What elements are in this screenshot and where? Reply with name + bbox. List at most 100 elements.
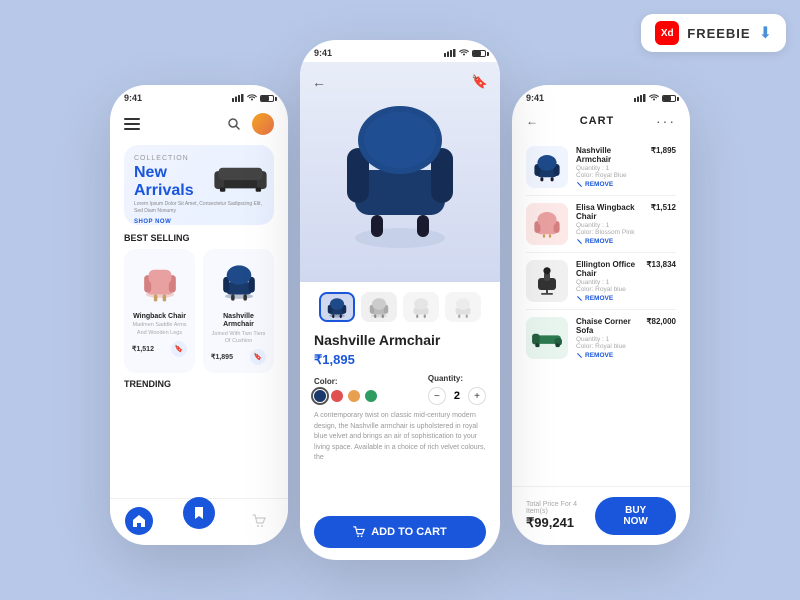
cart-item-qty-3: Quantity : 1	[576, 336, 638, 343]
total-label: Total Price For 4 Item(s)	[526, 501, 595, 515]
cart-info-2: Ellington Office Chair Quantity : 1 Colo…	[576, 260, 638, 302]
thumb-1[interactable]	[319, 292, 355, 322]
color-blue[interactable]	[314, 390, 326, 402]
cart-item-color-3: Color: Royal blue	[576, 343, 638, 350]
qty-decrease[interactable]: −	[428, 387, 446, 405]
cart-remove-0[interactable]: REMOVE	[576, 181, 643, 188]
download-icon[interactable]: ⬇	[759, 23, 772, 43]
qty-increase[interactable]: +	[468, 387, 486, 405]
product-price-nashville: ₹1,895	[211, 353, 233, 361]
product-desc-wingback: Madmen Saddle Arms And Wooden Legs	[132, 322, 187, 336]
bookmark-nashville[interactable]: 🔖	[250, 349, 266, 365]
product-hero-area: ← 🔖	[300, 62, 500, 282]
freebie-badge[interactable]: Xd FREEBIE ⬇	[641, 14, 786, 52]
cart-item-price-1: ₹1,512	[651, 203, 676, 212]
cart-header: ← CART ···	[512, 107, 690, 135]
sofa-illustration	[213, 153, 268, 203]
xd-icon: Xd	[655, 21, 679, 45]
cart-item-price-2: ₹13,834	[646, 260, 676, 269]
qty-control: − 2 +	[428, 387, 486, 405]
best-selling-title: BEST SELLING	[124, 233, 274, 243]
product-price-wingback: ₹1,512	[132, 345, 154, 353]
product-detail: Nashville Armchair ₹1,895 Color: Quantit…	[300, 282, 500, 474]
cart-item-color-2: Color: Royal blue	[576, 286, 638, 293]
product-description: A contemporary twist on classic mid-cent…	[314, 411, 486, 464]
scene: Xd FREEBIE ⬇ 9:41	[0, 0, 800, 600]
cart-remove-1[interactable]: REMOVE	[576, 238, 643, 245]
color-green[interactable]	[365, 390, 377, 402]
phone-middle: 9:41 ← 🔖	[300, 40, 500, 560]
search-button[interactable]	[224, 114, 244, 134]
phone-right: 9:41 ← CART ··· Nashville Armchair Quan	[512, 85, 690, 545]
product-img-nashville	[211, 257, 266, 309]
cart-item-name-3: Chaise Corner Sofa	[576, 317, 638, 335]
nav-icons-left	[224, 113, 274, 135]
thumb-row	[314, 292, 486, 322]
cart-item-qty-2: Quantity : 1	[576, 279, 638, 286]
bookmark-wingback[interactable]: 🔖	[171, 341, 187, 357]
product-desc-nashville: Joined With Two Tiers Of Cushion	[211, 331, 266, 345]
qty-section: Quantity: − 2 +	[428, 374, 486, 405]
cart-img-1	[526, 203, 568, 245]
product-main-image	[335, 90, 465, 255]
trending-title: TRENDING	[124, 379, 274, 389]
product-card-nashville[interactable]: Nashville Armchair Joined With Two Tiers…	[203, 249, 274, 373]
nav-bookmark[interactable]	[183, 497, 215, 529]
cart-item-price-0: ₹1,895	[651, 146, 676, 155]
cart-icon	[353, 526, 365, 538]
freebie-text: FREEBIE	[687, 26, 750, 41]
battery-right	[662, 95, 676, 102]
total-amount: ₹99,241	[526, 515, 595, 531]
color-dots	[314, 390, 377, 402]
cart-menu[interactable]: ···	[656, 113, 676, 129]
cart-item-color-1: Color: Blossom Pink	[576, 229, 643, 236]
cart-remove-3[interactable]: REMOVE	[576, 352, 638, 359]
cart-back-button[interactable]: ←	[526, 114, 538, 128]
color-label: Color:	[314, 377, 377, 386]
nav-bar-left	[110, 107, 288, 141]
product-footer-nashville: ₹1,895 🔖	[211, 349, 266, 365]
hamburger-menu[interactable]	[124, 118, 140, 130]
cart-item-name-1: Elisa Wingback Chair	[576, 203, 643, 221]
color-orange[interactable]	[348, 390, 360, 402]
buy-now-button[interactable]: BUY NOW	[595, 497, 676, 535]
cart-item-name-0: Nashville Armchair	[576, 146, 643, 164]
color-red[interactable]	[331, 390, 343, 402]
product-card-wingback[interactable]: Wingback Chair Madmen Saddle Arms And Wo…	[124, 249, 195, 373]
cart-item-color-0: Color: Royal Blue	[576, 172, 643, 179]
hero-subtitle: Lorem Ipsum Dolor Sit Amet, Consectetur …	[134, 201, 264, 215]
thumb-2[interactable]	[361, 292, 397, 322]
avatar[interactable]	[252, 113, 274, 135]
thumb-4[interactable]	[445, 292, 481, 322]
cart-info-1: Elisa Wingback Chair Quantity : 1 Color:…	[576, 203, 643, 245]
product-footer-wingback: ₹1,512 🔖	[132, 341, 187, 357]
product-name-wingback: Wingback Chair	[132, 313, 187, 321]
cart-info-0: Nashville Armchair Quantity : 1 Color: R…	[576, 146, 643, 188]
status-icons-mid	[444, 49, 486, 57]
bookmark-button-mid[interactable]: 🔖	[472, 74, 488, 90]
cart-item-2: Ellington Office Chair Quantity : 1 Colo…	[526, 253, 676, 310]
qty-label: Quantity:	[428, 374, 486, 383]
battery-icon	[260, 95, 274, 102]
hero-card: COLLECTION New Arrivals Lorem Ipsum Dolo…	[124, 145, 274, 225]
product-detail-price: ₹1,895	[314, 352, 486, 368]
cart-items: Nashville Armchair Quantity : 1 Color: R…	[512, 135, 690, 370]
phone-left: 9:41 COLLECTION New Arriv	[110, 85, 288, 545]
cart-img-3	[526, 317, 568, 359]
back-button-mid[interactable]: ←	[312, 74, 326, 90]
cart-info-3: Chaise Corner Sofa Quantity : 1 Color: R…	[576, 317, 638, 359]
wingback-chair-img	[138, 261, 182, 305]
cart-footer: Total Price For 4 Item(s) ₹99,241 BUY NO…	[512, 486, 690, 545]
nav-cart[interactable]	[245, 507, 273, 535]
product-detail-name: Nashville Armchair	[314, 332, 486, 348]
status-icons	[232, 94, 274, 102]
thumb-3[interactable]	[403, 292, 439, 322]
status-bar-left: 9:41	[110, 85, 288, 107]
cart-title: CART	[580, 115, 615, 127]
nav-home[interactable]	[125, 507, 153, 535]
shop-now-button[interactable]: SHOP NOW	[134, 219, 264, 225]
cart-remove-2[interactable]: REMOVE	[576, 295, 638, 302]
cart-item-1: Elisa Wingback Chair Quantity : 1 Color:…	[526, 196, 676, 253]
add-to-cart-button[interactable]: ADD TO CART	[314, 516, 486, 548]
cart-img-2	[526, 260, 568, 302]
